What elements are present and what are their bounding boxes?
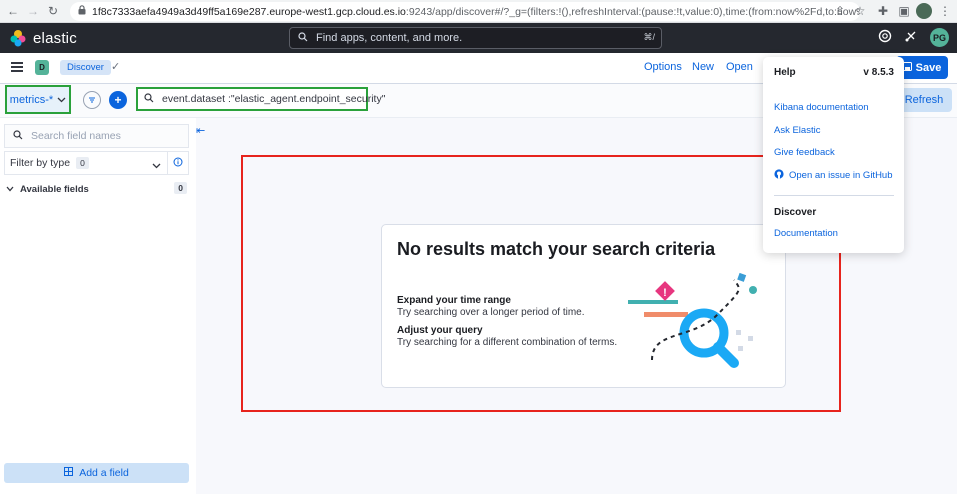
news-feed-icon[interactable]	[904, 29, 918, 46]
help-link-ask-elastic[interactable]: Ask Elastic	[774, 125, 820, 136]
star-icon[interactable]: ☆	[853, 4, 867, 18]
collapse-sidebar-icon[interactable]: ⇤	[196, 124, 205, 137]
help-icon[interactable]	[878, 29, 892, 46]
keyboard-shortcut: ⌘/	[643, 32, 655, 42]
new-link[interactable]: New	[692, 61, 714, 73]
field-info-button[interactable]	[168, 151, 189, 175]
open-link[interactable]: Open	[726, 61, 753, 73]
sidepanel-icon[interactable]: ▣	[897, 4, 911, 18]
help-popover: Help v 8.5.3 Kibana documentation Ask El…	[763, 57, 904, 253]
suggestion-query-text: Try searching for a different combinatio…	[397, 337, 618, 348]
refresh-button[interactable]: Refresh	[896, 88, 952, 112]
back-icon[interactable]: ←	[6, 4, 20, 18]
breadcrumb-discover[interactable]: Discover	[60, 60, 111, 75]
field-sidebar: Search field names Filter by type 0 Avai…	[0, 118, 196, 494]
lock-icon	[78, 5, 86, 18]
filter-type-count: 0	[76, 157, 89, 169]
help-version: v 8.5.3	[863, 67, 894, 78]
elastic-logo-icon	[10, 30, 26, 47]
space-avatar[interactable]: D	[35, 60, 49, 75]
add-field-button[interactable]: Add a field	[4, 463, 189, 483]
available-fields-toggle[interactable]: Available fields 0	[6, 182, 189, 196]
search-icon	[298, 31, 308, 45]
forward-icon[interactable]: →	[26, 4, 40, 18]
help-section-title: Discover	[774, 207, 817, 218]
elastic-logo[interactable]: elastic	[9, 29, 77, 47]
suggestion-query-title: Adjust your query	[397, 325, 483, 336]
global-search-input[interactable]: Find apps, content, and more. ⌘/	[289, 27, 662, 49]
available-fields-count: 0	[174, 182, 187, 194]
available-fields-label: Available fields	[20, 183, 89, 195]
share-icon[interactable]: ⇪	[833, 4, 847, 18]
dataview-label: metrics-*	[9, 93, 54, 106]
save-label: Save	[915, 61, 942, 74]
url-path: :9243/app/discover#/?_g=(filters:!(),ref…	[405, 5, 860, 18]
help-link-give-feedback[interactable]: Give feedback	[774, 147, 835, 158]
menu-icon[interactable]	[11, 62, 23, 72]
help-link-github[interactable]: Open an issue in GitHub	[774, 169, 893, 182]
query-search-icon	[144, 92, 154, 106]
help-divider	[774, 195, 894, 196]
filter-by-type-button[interactable]: Filter by type 0	[4, 151, 168, 175]
github-icon	[774, 169, 784, 182]
help-link-kibana-docs[interactable]: Kibana documentation	[774, 102, 869, 113]
global-header: elastic Find apps, content, and more. ⌘/…	[0, 23, 957, 53]
user-avatar[interactable]: PG	[930, 28, 949, 47]
field-search-input[interactable]: Search field names	[4, 124, 189, 148]
saved-check-icon: ✓	[111, 61, 121, 73]
suggestion-time-title: Expand your time range	[397, 295, 511, 306]
field-search-placeholder: Search field names	[31, 130, 121, 142]
help-link-discover-docs[interactable]: Documentation	[774, 228, 838, 239]
options-link[interactable]: Options	[644, 61, 682, 73]
help-title: Help	[774, 67, 796, 78]
accordion-chevron-icon	[6, 184, 14, 195]
address-bar[interactable]: 1f8c7333aefa4949a3d49ff5a169e287.europe-…	[70, 2, 860, 21]
add-filter-icon[interactable]: +	[109, 91, 127, 109]
filter-menu-icon[interactable]	[83, 91, 101, 109]
url-host: 1f8c7333aefa4949a3d49ff5a169e287.europe-…	[92, 5, 406, 18]
dataview-picker[interactable]: metrics-*	[5, 85, 71, 114]
browser-toolbar: ← → ↻ 1f8c7333aefa4949a3d49ff5a169e287.e…	[0, 0, 957, 23]
extensions-icon[interactable]: ✚	[876, 4, 890, 18]
add-field-label: Add a field	[79, 467, 129, 479]
field-search-icon	[13, 129, 23, 143]
chevron-down-icon	[57, 94, 66, 106]
kql-query-input[interactable]: event.dataset :"elastic_agent.endpoint_s…	[136, 87, 385, 111]
info-icon	[173, 156, 183, 170]
svg-text:!: !	[663, 287, 667, 299]
filter-chevron-down-icon	[152, 160, 161, 172]
filter-type-label: Filter by type	[10, 157, 71, 169]
suggestion-time-text: Try searching over a longer period of ti…	[397, 307, 585, 318]
query-text: event.dataset :"elastic_agent.endpoint_s…	[162, 93, 386, 105]
global-search-placeholder: Find apps, content, and more.	[316, 32, 463, 44]
logo-text: elastic	[33, 29, 77, 47]
no-results-illustration: !	[628, 272, 757, 368]
profile-avatar[interactable]	[916, 3, 932, 19]
browser-menu-icon[interactable]: ⋮	[938, 4, 952, 18]
no-results-title: No results match your search criteria	[397, 239, 716, 259]
header-actions: PG	[878, 28, 949, 47]
no-results-card: No results match your search criteria Ex…	[381, 224, 786, 388]
reload-icon[interactable]: ↻	[46, 4, 60, 18]
table-icon	[64, 467, 74, 479]
github-link-label: Open an issue in GitHub	[789, 170, 893, 181]
